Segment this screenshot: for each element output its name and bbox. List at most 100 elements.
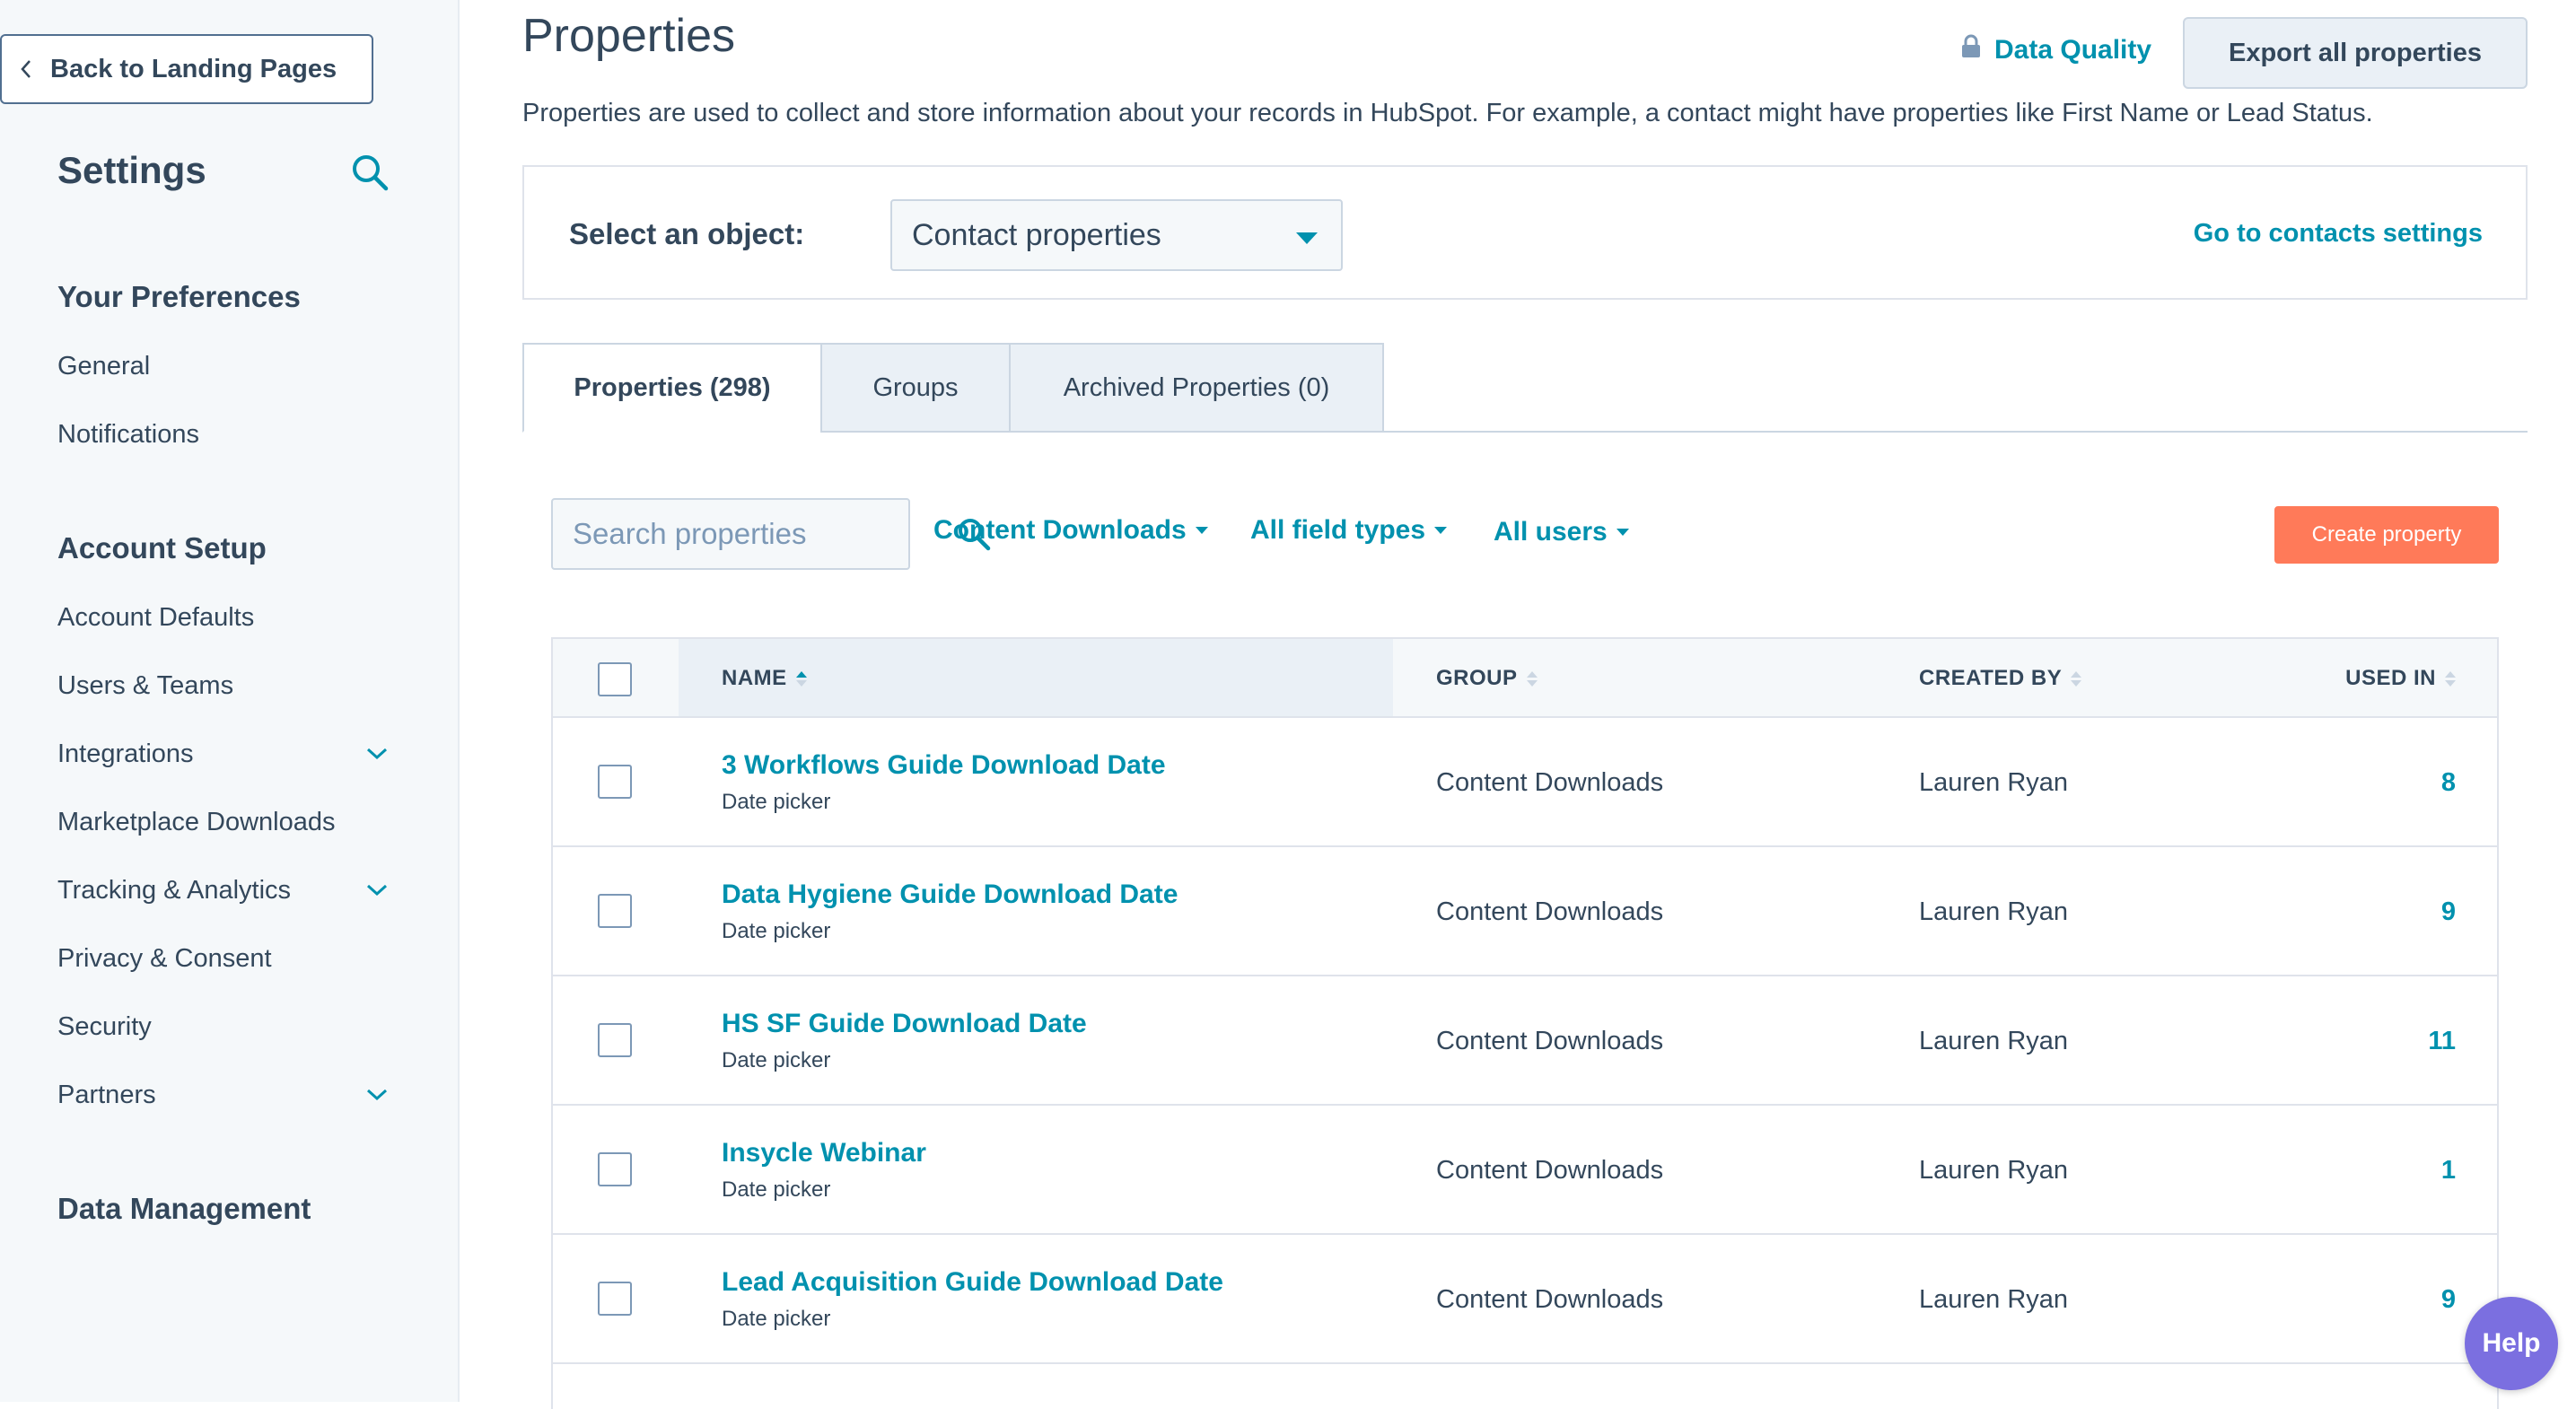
- sidebar-item-notifications[interactable]: Notifications: [57, 415, 390, 454]
- caret-down-icon: [1195, 527, 1208, 534]
- search-properties-box: [551, 498, 991, 570]
- table-header: NAME GROUP CREATED BY USED IN: [553, 639, 2497, 718]
- properties-table: NAME GROUP CREATED BY USED IN 3 Workflow…: [551, 637, 2499, 1409]
- chevron-down-icon[interactable]: [364, 878, 390, 903]
- users-filter-label: All users: [1494, 517, 1608, 547]
- back-button-label: Back to Landing Pages: [50, 54, 337, 83]
- search-icon[interactable]: [350, 153, 390, 192]
- column-header-used-in[interactable]: USED IN: [2345, 666, 2456, 691]
- field-type-filter-label: All field types: [1250, 515, 1426, 545]
- settings-title: Settings: [57, 149, 206, 191]
- table-row: Lead Acquisition Guide Download Date Dat…: [553, 1235, 2497, 1364]
- select-object-label: Select an object:: [569, 217, 805, 250]
- sidebar-item-security[interactable]: Security: [57, 1007, 390, 1046]
- row-checkbox[interactable]: [598, 894, 632, 928]
- section-account-setup: Account Setup: [57, 531, 267, 564]
- property-created-by: Lauren Ryan: [1919, 1156, 2069, 1185]
- tab-groups[interactable]: Groups: [820, 343, 1011, 433]
- table-row: HS SF Guide Download Date Date picker Co…: [553, 976, 2497, 1106]
- chevron-left-icon: [20, 59, 50, 79]
- sidebar-item-privacy-consent[interactable]: Privacy & Consent: [57, 939, 390, 978]
- sidebar-item-users-teams[interactable]: Users & Teams: [57, 666, 390, 705]
- section-your-preferences: Your Preferences: [57, 280, 301, 313]
- back-to-landing-pages-button[interactable]: Back to Landing Pages: [0, 34, 373, 104]
- property-group: Content Downloads: [1436, 1285, 1664, 1314]
- sidebar-item-label: Account Defaults: [57, 602, 255, 632]
- search-properties-input[interactable]: [553, 499, 956, 569]
- data-quality-link[interactable]: Data Quality: [1960, 34, 2151, 66]
- data-quality-label: Data Quality: [1994, 35, 2152, 65]
- group-filter-dropdown[interactable]: Content Downloads: [933, 515, 1208, 546]
- property-type: Date picker: [722, 1177, 831, 1202]
- property-type: Date picker: [722, 790, 831, 814]
- tab-archived-properties[interactable]: Archived Properties (0): [1009, 343, 1384, 433]
- row-checkbox[interactable]: [598, 1023, 632, 1057]
- sidebar-item-label: General: [57, 351, 151, 381]
- caret-down-icon: [1296, 218, 1318, 253]
- property-used-in-link[interactable]: 9: [2441, 897, 2456, 927]
- page-title: Properties: [522, 10, 735, 62]
- property-group: Content Downloads: [1436, 897, 1664, 926]
- row-checkbox[interactable]: [598, 765, 632, 799]
- column-header-label: GROUP: [1436, 666, 1518, 690]
- property-used-in-link[interactable]: 9: [2441, 1285, 2456, 1315]
- object-selector-panel: Select an object: Contact properties Go …: [522, 165, 2528, 300]
- column-header-label: CREATED BY: [1919, 666, 2063, 690]
- property-name-link[interactable]: Data Hygiene Guide Download Date: [722, 880, 1178, 910]
- property-group: Content Downloads: [1436, 1027, 1664, 1055]
- object-dropdown[interactable]: Contact properties: [890, 199, 1343, 271]
- property-used-in-link[interactable]: 11: [2428, 1027, 2456, 1056]
- sidebar-item-label: Partners: [57, 1080, 156, 1109]
- help-button[interactable]: Help: [2465, 1297, 2558, 1390]
- row-checkbox[interactable]: [598, 1282, 632, 1316]
- sort-icon: [2445, 670, 2456, 687]
- section-data-management: Data Management: [57, 1192, 311, 1225]
- sidebar-item-general[interactable]: General: [57, 346, 390, 386]
- property-type: Date picker: [722, 1307, 831, 1331]
- sidebar-item-label: Marketplace Downloads: [57, 807, 336, 836]
- create-property-button[interactable]: Create property: [2274, 506, 2499, 564]
- property-used-in-link[interactable]: 1: [2441, 1156, 2456, 1186]
- users-filter-dropdown[interactable]: All users: [1494, 517, 1629, 547]
- sidebar-item-label: Privacy & Consent: [57, 943, 272, 973]
- properties-tabs: Properties (298) Groups Archived Propert…: [522, 343, 2528, 433]
- tab-properties[interactable]: Properties (298): [522, 343, 822, 433]
- sort-ascending-icon: [795, 670, 807, 687]
- property-name-link[interactable]: HS SF Guide Download Date: [722, 1009, 1087, 1039]
- select-all-checkbox[interactable]: [598, 662, 632, 696]
- sidebar-item-marketplace-downloads[interactable]: Marketplace Downloads: [57, 802, 390, 842]
- sidebar-item-account-defaults[interactable]: Account Defaults: [57, 598, 390, 637]
- sort-icon: [2071, 670, 2082, 687]
- property-type: Date picker: [722, 1048, 831, 1072]
- column-header-name[interactable]: NAME: [722, 666, 807, 691]
- property-name-link[interactable]: Lead Acquisition Guide Download Date: [722, 1267, 1223, 1298]
- property-group: Content Downloads: [1436, 1156, 1664, 1185]
- field-type-filter-dropdown[interactable]: All field types: [1250, 515, 1448, 546]
- sort-icon: [1526, 670, 1538, 687]
- go-to-contacts-settings-link[interactable]: Go to contacts settings: [2194, 219, 2483, 249]
- column-header-created-by[interactable]: CREATED BY: [1919, 666, 2082, 691]
- chevron-down-icon[interactable]: [364, 741, 390, 766]
- property-created-by: Lauren Ryan: [1919, 1285, 2069, 1314]
- sidebar-item-tracking-analytics[interactable]: Tracking & Analytics: [57, 871, 390, 910]
- column-header-label: NAME: [722, 666, 787, 690]
- caret-down-icon: [1616, 529, 1629, 536]
- lock-icon: [1960, 34, 1982, 66]
- property-created-by: Lauren Ryan: [1919, 1027, 2069, 1055]
- property-name-link[interactable]: 3 Workflows Guide Download Date: [722, 750, 1166, 781]
- sidebar-item-integrations[interactable]: Integrations: [57, 734, 390, 774]
- sidebar-item-label: Notifications: [57, 419, 199, 449]
- property-name-link[interactable]: Insycle Webinar: [722, 1138, 926, 1168]
- property-type: Date picker: [722, 919, 831, 943]
- table-row: 3 Workflows Guide Download Date Date pic…: [553, 718, 2497, 847]
- property-created-by: Lauren Ryan: [1919, 768, 2069, 797]
- export-all-properties-button[interactable]: Export all properties: [2183, 17, 2528, 89]
- column-header-group[interactable]: GROUP: [1436, 666, 1538, 691]
- row-checkbox[interactable]: [598, 1152, 632, 1186]
- property-group: Content Downloads: [1436, 768, 1664, 797]
- chevron-down-icon[interactable]: [364, 1082, 390, 1107]
- property-used-in-link[interactable]: 8: [2441, 768, 2456, 798]
- table-row: Insycle Webinar Date picker Content Down…: [553, 1106, 2497, 1235]
- sidebar-item-partners[interactable]: Partners: [57, 1075, 390, 1115]
- sidebar-item-label: Security: [57, 1011, 152, 1041]
